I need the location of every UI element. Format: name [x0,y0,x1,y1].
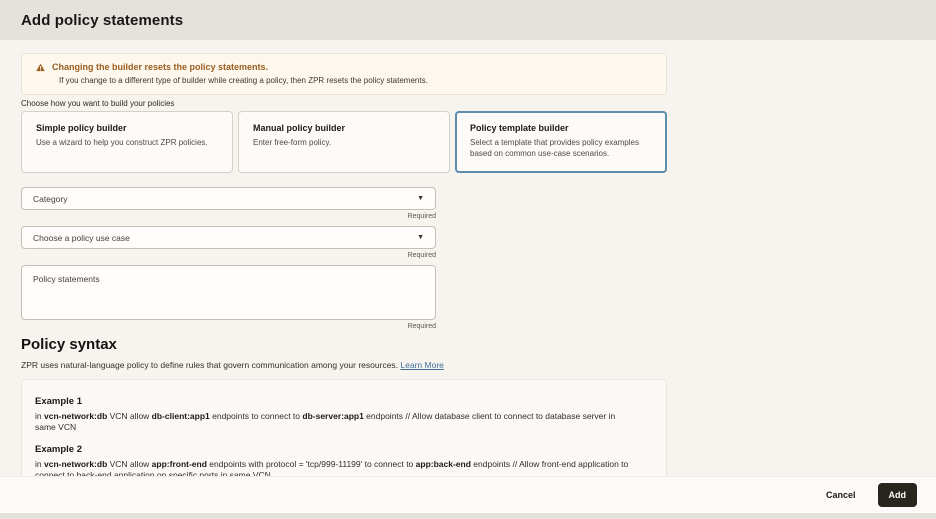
chevron-down-icon: ▼ [417,234,424,241]
add-policy-statements-dialog: Add policy statements Changing the build… [0,0,936,519]
builder-choice-label: Choose how you want to build your polici… [21,99,936,108]
builder-option-title: Policy template builder [470,123,652,133]
dialog-footer: Cancel Add [0,476,936,512]
policy-syntax-description: ZPR uses natural-language policy to defi… [21,360,936,370]
policy-examples-panel: Example 1 in vcn-network:db VCN allow db… [21,379,667,476]
example-statement: in vcn-network:db VCN allow app:front-en… [35,459,635,476]
category-select[interactable]: Category ▼ [21,187,436,210]
example-statement: in vcn-network:db VCN allow db-client:ap… [35,411,635,434]
warning-banner-header: Changing the builder resets the policy s… [36,62,652,72]
use-case-select-value: Choose a policy use case [33,233,130,243]
example-title: Example 1 [35,396,652,407]
use-case-required-label: Required [21,252,436,259]
warning-triangle-icon [36,63,45,72]
page-title: Add policy statements [21,12,183,29]
example-title: Example 2 [35,444,652,455]
dialog-titlebar: Add policy statements [0,0,936,40]
builder-options: Simple policy builder Use a wizard to he… [21,111,667,173]
builder-option-title: Simple policy builder [36,123,218,133]
warning-title: Changing the builder resets the policy s… [52,62,268,72]
statements-required-label: Required [21,323,436,330]
add-button[interactable]: Add [878,483,918,507]
warning-description: If you change to a different type of bui… [59,76,652,85]
builder-option-template[interactable]: Policy template builder Select a templat… [455,111,667,173]
policy-statements-textarea[interactable] [21,265,436,320]
dialog-content: Changing the builder resets the policy s… [0,40,936,476]
chevron-down-icon: ▼ [417,195,424,202]
learn-more-link[interactable]: Learn More [400,360,443,370]
builder-option-description: Use a wizard to help you construct ZPR p… [36,138,218,149]
builder-option-description: Enter free-form policy. [253,138,435,149]
category-required-label: Required [21,213,436,220]
example-1: Example 1 in vcn-network:db VCN allow db… [35,396,652,434]
builder-option-description: Select a template that provides policy e… [470,138,652,160]
use-case-select[interactable]: Choose a policy use case ▼ [21,226,436,249]
warning-banner: Changing the builder resets the policy s… [21,53,667,95]
builder-option-title: Manual policy builder [253,123,435,133]
policy-syntax-description-text: ZPR uses natural-language policy to defi… [21,360,400,370]
page-background-strip [0,512,936,519]
policy-syntax-heading: Policy syntax [21,336,936,353]
builder-option-simple[interactable]: Simple policy builder Use a wizard to he… [21,111,233,173]
example-2: Example 2 in vcn-network:db VCN allow ap… [35,444,652,476]
builder-option-manual[interactable]: Manual policy builder Enter free-form po… [238,111,450,173]
cancel-button[interactable]: Cancel [824,486,858,504]
category-select-value: Category [33,194,68,204]
